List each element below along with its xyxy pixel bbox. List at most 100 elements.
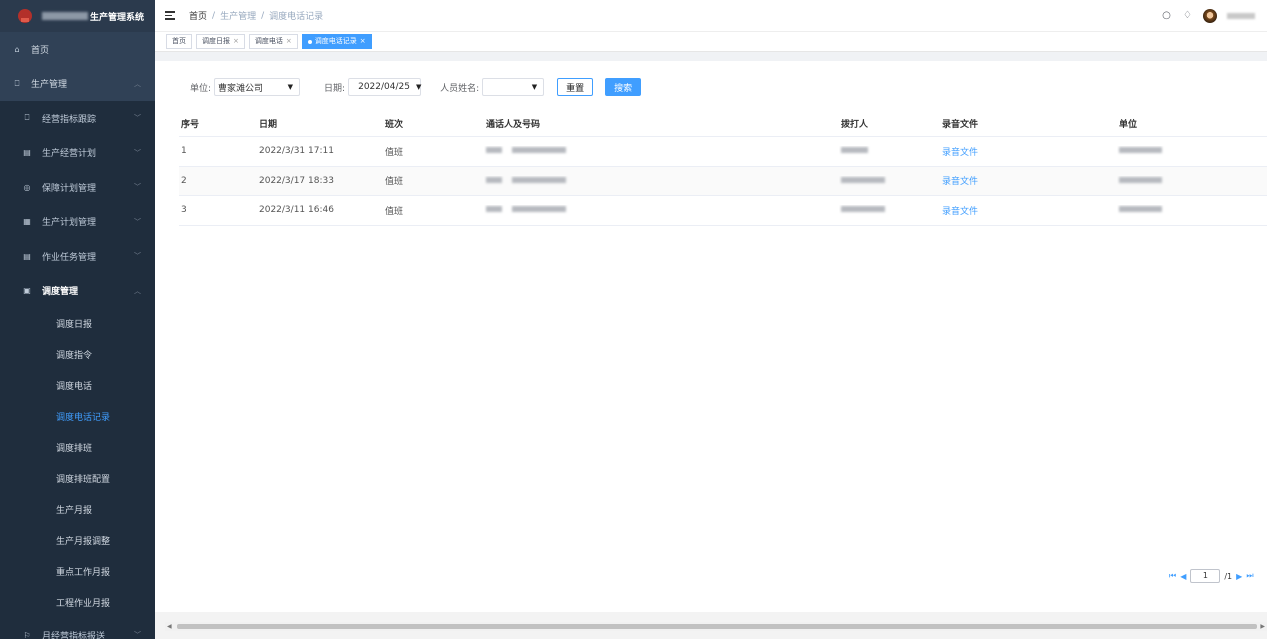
col-header-date: 日期: [259, 119, 278, 130]
sidebar-item-production-monthly[interactable]: 生产月报: [0, 494, 155, 525]
close-icon[interactable]: ×: [286, 35, 292, 48]
scroll-right-icon[interactable]: ▶: [1260, 623, 1265, 630]
breadcrumb-home[interactable]: 首页: [189, 9, 207, 22]
table-row[interactable]: 1 2022/3/31 17:11 值班 录音文件: [179, 137, 1267, 167]
cell-unit-redacted: [1117, 146, 1267, 156]
breadcrumb-separator: /: [212, 10, 216, 21]
last-page-icon[interactable]: ⏭: [1246, 571, 1253, 581]
caret-down-icon: ▼: [531, 83, 538, 91]
sidebar-item-business-plan[interactable]: ▤ 生产经营计划 ﹀: [0, 135, 155, 170]
tag-view-item[interactable]: 调度日报 ×: [196, 34, 245, 49]
list-icon: ▤: [23, 251, 31, 261]
tags-view: 首页 调度日报 × 调度电话 × 调度电话记录 ×: [155, 32, 1267, 52]
cell-caller-redacted: [484, 205, 839, 215]
recording-file-link[interactable]: 录音文件: [940, 204, 1117, 217]
tag-view-item[interactable]: 首页: [166, 34, 192, 49]
sidebar-item-label: 调度电话记录: [56, 413, 111, 423]
prev-page-icon[interactable]: ◀: [1180, 572, 1186, 581]
sidebar-item-label: 保障计划管理: [42, 183, 97, 194]
chevron-icon: ︿: [134, 79, 141, 88]
sidebar-item-home[interactable]: ⌂ 首页: [0, 32, 155, 67]
date-picker-value: 2022/04/25: [358, 82, 410, 92]
sidebar-item-label: 调度排班: [56, 444, 93, 454]
breadcrumb-separator: /: [261, 10, 265, 21]
scroll-left-icon[interactable]: ◀: [167, 623, 172, 630]
logo-icon: [18, 9, 32, 23]
date-picker[interactable]: 2022/04/25 ▼: [348, 78, 421, 96]
cell-unit-redacted: [1117, 176, 1267, 186]
unit-label: 单位:: [190, 83, 212, 94]
search-icon[interactable]: ○: [1161, 10, 1172, 21]
filter-bar: 单位: 曹家滩公司 ▼ 日期: 2022/04/25 ▼ 人员姓名: ▼ 重置 …: [190, 78, 642, 96]
next-page-icon[interactable]: ▶: [1236, 572, 1242, 581]
tag-view-item[interactable]: 调度电话记录 ×: [301, 34, 372, 49]
close-icon[interactable]: ×: [233, 35, 239, 48]
sidebar-item-dispatch-phone[interactable]: 调度电话: [0, 370, 155, 401]
sidebar-item-engineering-monthly[interactable]: 工程作业月报: [0, 587, 155, 618]
sidebar-item-label: 生产月报: [56, 506, 93, 516]
bell-icon[interactable]: ♢: [1182, 10, 1193, 21]
top-header: 首页 / 生产管理 / 调度电话记录 ○ ♢: [155, 0, 1267, 32]
sidebar-item-kpi-tracking[interactable]: ⎕ 经营指标跟踪 ﹀: [0, 101, 155, 136]
recording-file-link[interactable]: 录音文件: [940, 145, 1117, 158]
col-header-shift: 班次: [385, 119, 404, 130]
app-logo: 生产管理系统: [0, 0, 155, 32]
tag-label: 首页: [172, 37, 186, 45]
sidebar-item-label: 经营指标跟踪: [42, 114, 97, 125]
unit-select[interactable]: 曹家滩公司 ▼: [214, 78, 301, 96]
monitor-icon: ▣: [23, 286, 31, 296]
first-page-icon[interactable]: ⏮: [1169, 571, 1176, 581]
chevron-icon: ﹀: [134, 631, 141, 639]
sidebar-item-production-monthly-adjust[interactable]: 生产月报调整: [0, 525, 155, 556]
sidebar-item-production-plan[interactable]: ▦ 生产计划管理 ﹀: [0, 204, 155, 239]
breadcrumb-production[interactable]: 生产管理: [220, 9, 256, 22]
cell-shift: 值班: [385, 147, 404, 158]
cell-index: 3: [181, 205, 187, 216]
cell-index: 1: [181, 146, 187, 157]
horizontal-scrollbar[interactable]: ◀ ▶: [165, 622, 1267, 631]
col-header-caller: 通话人及号码: [486, 119, 541, 130]
cell-caller-redacted: [484, 146, 839, 156]
sidebar-item-dispatch-shift[interactable]: 调度排班: [0, 432, 155, 463]
sidebar-item-label: 调度排班配置: [56, 475, 111, 485]
avatar[interactable]: [1203, 8, 1217, 23]
calendar-icon: ▤: [23, 148, 31, 158]
hamburger-icon[interactable]: [165, 11, 175, 20]
cell-dialer-redacted: [839, 176, 940, 186]
sidebar-item-maintenance-plan[interactable]: ◎ 保障计划管理 ﹀: [0, 170, 155, 205]
breadcrumb-current: 调度电话记录: [269, 12, 324, 22]
sidebar-item-dispatch-order[interactable]: 调度指令: [0, 339, 155, 370]
logo-redacted-text: [42, 12, 88, 20]
sidebar-item-key-work-monthly[interactable]: 重点工作月报: [0, 556, 155, 587]
reset-button[interactable]: 重置: [557, 78, 594, 96]
scrollbar-thumb[interactable]: [177, 624, 1257, 629]
divider-strip: [155, 52, 1267, 61]
sidebar-item-label: 生产计划管理: [42, 218, 97, 229]
person-name-select[interactable]: ▼: [482, 78, 545, 96]
recording-file-link[interactable]: 录音文件: [940, 174, 1117, 187]
sidebar-item-dispatch-daily[interactable]: 调度日报: [0, 308, 155, 339]
close-icon[interactable]: ×: [360, 35, 366, 48]
sidebar-item-production[interactable]: ⎕ 生产管理 ︿: [0, 67, 155, 102]
sidebar-item-dispatch-shift-config[interactable]: 调度排班配置: [0, 463, 155, 494]
table-row[interactable]: 3 2022/3/11 16:46 值班 录音文件: [179, 196, 1267, 226]
col-header-index: 序号: [181, 119, 200, 130]
sidebar-item-label: 生产月报调整: [56, 537, 111, 547]
sidebar-item-label: 工程作业月报: [56, 599, 111, 609]
table-row[interactable]: 2 2022/3/17 18:33 值班 录音文件: [179, 166, 1267, 197]
page-number-input[interactable]: 1: [1190, 569, 1221, 583]
search-button[interactable]: 搜索: [605, 78, 642, 96]
username-redacted[interactable]: [1227, 12, 1255, 19]
tag-label: 调度日报: [202, 37, 230, 45]
sidebar-item-monthly-kpi-report[interactable]: ⚐ 月经营指标报送 ﹀: [0, 618, 155, 639]
col-header-recording: 录音文件: [942, 119, 979, 130]
sidebar-item-task-management[interactable]: ▤ 作业任务管理 ﹀: [0, 239, 155, 274]
sidebar-item-dispatch-phone-log[interactable]: 调度电话记录: [0, 401, 155, 432]
tag-view-item[interactable]: 调度电话 ×: [248, 34, 298, 49]
sidebar-item-dispatch-management[interactable]: ▣ 调度管理 ︿: [0, 273, 155, 308]
sidebar-item-label: 重点工作月报: [56, 568, 111, 578]
cell-date: 2022/3/17 18:33: [259, 175, 334, 186]
person-name-label: 人员姓名:: [440, 83, 480, 94]
chevron-icon: ﹀: [134, 252, 141, 261]
caret-down-icon: ▼: [415, 83, 422, 91]
